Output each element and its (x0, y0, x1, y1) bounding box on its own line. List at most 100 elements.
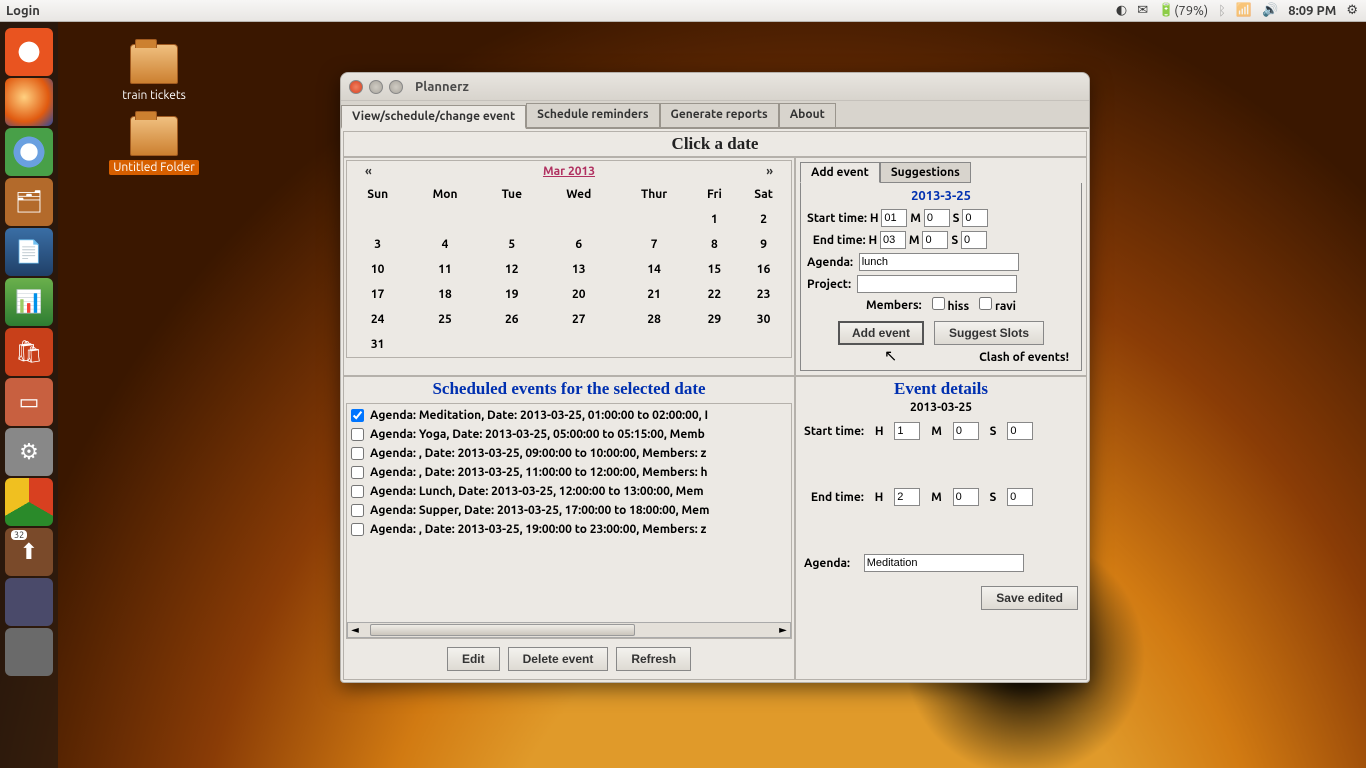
event-checkbox[interactable] (351, 409, 364, 422)
files-icon[interactable]: 🗂 (5, 178, 53, 226)
cal-day[interactable]: 29 (693, 307, 736, 332)
tab-view-schedule[interactable]: View/schedule/change event (341, 105, 526, 129)
updates-icon[interactable]: 32⬆ (5, 528, 53, 576)
cal-day[interactable]: 22 (693, 282, 736, 307)
event-checkbox[interactable] (351, 466, 364, 479)
event-checkbox[interactable] (351, 504, 364, 517)
cal-month[interactable]: Mar 2013 (543, 165, 595, 178)
cal-prev[interactable]: « (365, 165, 372, 178)
cal-day[interactable]: 13 (542, 257, 616, 282)
power-icon[interactable]: ⚙ (1346, 3, 1358, 18)
cal-day[interactable]: 30 (736, 307, 791, 332)
details-end-s[interactable] (1007, 488, 1033, 506)
cal-day[interactable]: 12 (482, 257, 542, 282)
event-list-item[interactable]: Agenda: Supper, Date: 2013-03-25, 17:00:… (351, 501, 789, 520)
end-m-input[interactable] (922, 231, 948, 249)
scroll-thumb[interactable] (370, 624, 635, 636)
cal-day[interactable]: 11 (408, 257, 481, 282)
bluetooth-icon[interactable]: ᛒ (1218, 4, 1226, 18)
edit-button[interactable]: Edit (447, 647, 500, 671)
start-h-input[interactable] (881, 209, 907, 227)
clock[interactable]: 8:09 PM (1288, 4, 1336, 18)
cal-day[interactable]: 7 (616, 232, 693, 257)
event-list-item[interactable]: Agenda: , Date: 2013-03-25, 09:00:00 to … (351, 444, 789, 463)
tab-reports[interactable]: Generate reports (660, 103, 779, 127)
cal-day[interactable]: 23 (736, 282, 791, 307)
network-icon[interactable]: 📶 (1236, 3, 1252, 18)
event-list[interactable]: Agenda: Meditation, Date: 2013-03-25, 01… (347, 404, 791, 622)
event-list-item[interactable]: Agenda: , Date: 2013-03-25, 19:00:00 to … (351, 520, 789, 539)
event-list-item[interactable]: Agenda: Lunch, Date: 2013-03-25, 12:00:0… (351, 482, 789, 501)
mail-icon[interactable]: ✉ (1137, 3, 1148, 18)
details-start-h[interactable] (894, 422, 920, 440)
event-list-item[interactable]: Agenda: , Date: 2013-03-25, 11:00:00 to … (351, 463, 789, 482)
scroll-right-icon[interactable]: ► (776, 624, 790, 636)
event-list-item[interactable]: Agenda: Yoga, Date: 2013-03-25, 05:00:00… (351, 425, 789, 444)
cal-day[interactable]: 27 (542, 307, 616, 332)
event-checkbox[interactable] (351, 447, 364, 460)
minimize-icon[interactable] (369, 80, 383, 94)
dash-icon[interactable] (5, 28, 53, 76)
details-start-m[interactable] (953, 422, 979, 440)
firefox-icon[interactable] (5, 78, 53, 126)
cal-day[interactable]: 3 (347, 232, 408, 257)
details-start-s[interactable] (1007, 422, 1033, 440)
impress-icon[interactable]: ▭ (5, 378, 53, 426)
scroll-left-icon[interactable]: ◄ (348, 624, 362, 636)
cal-day[interactable]: 14 (616, 257, 693, 282)
battery-indicator[interactable]: 🔋(79%) (1158, 3, 1208, 18)
writer-icon[interactable]: 📄 (5, 228, 53, 276)
cal-day[interactable]: 9 (736, 232, 791, 257)
event-checkbox[interactable] (351, 523, 364, 536)
settings-icon[interactable]: ⚙ (5, 428, 53, 476)
subtab-suggestions[interactable]: Suggestions (880, 162, 971, 183)
cal-day[interactable]: 26 (482, 307, 542, 332)
details-agenda-input[interactable] (864, 554, 1024, 572)
chromium-icon[interactable] (5, 128, 53, 176)
cal-day[interactable]: 19 (482, 282, 542, 307)
cal-day[interactable]: 15 (693, 257, 736, 282)
cal-day[interactable]: 28 (616, 307, 693, 332)
titlebar[interactable]: Plannerz (341, 73, 1089, 101)
end-s-input[interactable] (961, 231, 987, 249)
event-list-item[interactable]: Agenda: Meditation, Date: 2013-03-25, 01… (351, 406, 789, 425)
sound-icon[interactable]: 🔊 (1262, 3, 1278, 18)
software-center-icon[interactable]: 🛍 (5, 328, 53, 376)
tab-reminders[interactable]: Schedule reminders (526, 103, 659, 127)
cal-day[interactable]: 10 (347, 257, 408, 282)
details-end-h[interactable] (894, 488, 920, 506)
cal-day[interactable]: 6 (542, 232, 616, 257)
cal-next[interactable]: » (766, 165, 773, 178)
chrome-icon[interactable] (5, 478, 53, 526)
cal-day[interactable]: 16 (736, 257, 791, 282)
cal-day[interactable]: 24 (347, 307, 408, 332)
indicator-icon[interactable]: ◐ (1116, 3, 1127, 18)
desktop-folder-untitled[interactable]: Untitled Folder (104, 116, 204, 175)
event-checkbox[interactable] (351, 428, 364, 441)
close-icon[interactable] (349, 80, 363, 94)
cal-day[interactable]: 31 (347, 332, 408, 357)
delete-event-button[interactable]: Delete event (508, 647, 609, 671)
cal-day[interactable]: 25 (408, 307, 481, 332)
cal-day[interactable]: 1 (693, 207, 736, 232)
suggest-slots-button[interactable]: Suggest Slots (934, 321, 1044, 345)
agenda-input[interactable] (859, 253, 1019, 271)
cal-day[interactable]: 18 (408, 282, 481, 307)
tab-about[interactable]: About (779, 103, 836, 127)
app-icon[interactable] (5, 578, 53, 626)
desktop-folder-traintickets[interactable]: train tickets (104, 44, 204, 103)
cal-day[interactable]: 2 (736, 207, 791, 232)
subtab-add-event[interactable]: Add event (800, 162, 880, 183)
cal-day[interactable]: 5 (482, 232, 542, 257)
member-ravi[interactable]: ravi (979, 297, 1016, 313)
cal-day[interactable]: 21 (616, 282, 693, 307)
cal-day[interactable]: 4 (408, 232, 481, 257)
save-edited-button[interactable]: Save edited (981, 586, 1078, 610)
refresh-button[interactable]: Refresh (616, 647, 691, 671)
calc-icon[interactable]: 📊 (5, 278, 53, 326)
start-m-input[interactable] (924, 209, 950, 227)
horizontal-scrollbar[interactable]: ◄ ► (347, 622, 791, 638)
start-s-input[interactable] (962, 209, 988, 227)
cal-day[interactable]: 20 (542, 282, 616, 307)
add-event-button[interactable]: Add event (838, 321, 924, 345)
